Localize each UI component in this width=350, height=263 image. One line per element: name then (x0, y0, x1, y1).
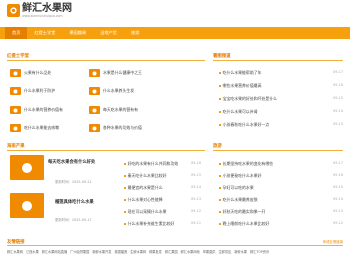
fruit-thumb-icon (10, 106, 21, 114)
friend-link[interactable]: 新鲜水果开发 (92, 249, 111, 254)
knowledge-tile[interactable]: 吃什么水果能去咳嗽 (10, 124, 59, 132)
list-item[interactable]: 吃什么水果最养皮肤 09-14 (219, 197, 343, 203)
knowledge-tile[interactable]: 每天吃水果的营有有 (89, 106, 138, 114)
list-item[interactable]: 长期坚持吃水果的变化有哪些 09-17 (219, 161, 343, 167)
knowledge-tile-label: 什么水果养头生发 (103, 88, 135, 93)
friend-link[interactable]: 鲜汇果园 (165, 249, 178, 254)
fruit-basket-icon (7, 4, 20, 17)
list-item[interactable]: 孕妇可以吃的水果 09-15 (219, 185, 343, 191)
knowledge-tile[interactable]: 各种水果的功效与价值 (89, 124, 142, 132)
list-item[interactable]: 最便宜的水果是什么 09-14 (124, 185, 201, 191)
knowledge-tile-label: 什么水果的营养价值有 (24, 107, 63, 112)
fruit-thumb-icon (89, 69, 100, 77)
site-title: 鲜汇水果网 (22, 3, 72, 14)
fruit-thumb-icon (89, 87, 100, 95)
nav-home[interactable]: 首页 (5, 27, 28, 39)
friend-link[interactable]: 鲜汇水果网站直播 (42, 249, 68, 254)
links-divider (7, 245, 343, 246)
fruit-thumb-icon (10, 87, 21, 95)
fruit-thumb-icon (10, 69, 21, 77)
knowledge-tile-label: 水果是什么健康中之王 (103, 70, 142, 75)
nav-news[interactable]: 果园趣闻 (62, 27, 93, 39)
friend-link[interactable]: 鲜果批发 (149, 249, 162, 254)
knowledge-tile[interactable]: 什么水果的营养价值有 (10, 106, 63, 114)
news-divider (7, 150, 205, 151)
knowledge-tile-label: 每天吃水果的营有有 (103, 107, 139, 112)
list-item[interactable]: 吃什么水果能帮助了年 09-17 (219, 70, 343, 76)
list-item[interactable]: 小孩便秘吃什么水果好 09-16 (219, 173, 343, 179)
friend-link[interactable]: 生鲜供应 (219, 249, 232, 254)
fruit-thumb-icon (10, 124, 21, 132)
knowledge-tile[interactable]: 什么水果养头生发 (89, 87, 134, 95)
knowledge-tile-label: 火果有什么品处 (24, 70, 52, 75)
friend-link[interactable]: 新鲜水果 (234, 249, 247, 254)
knowledge-divider (7, 60, 205, 61)
knowledge-tile[interactable]: 什么水果利于防护 (10, 87, 55, 95)
friend-link[interactable]: 鲜汇水果网 (7, 249, 23, 254)
featured-title[interactable]: 每天吃水果会有什么好处 (48, 159, 95, 165)
list-item[interactable]: 吃什么水果可以补肾 09-14 (219, 109, 343, 115)
list-item[interactable]: 好秋天吃的最实和果一开 09-13 (219, 209, 343, 215)
featured-date: 更新时间：2025-09-21 (55, 180, 92, 184)
featured-thumb-icon[interactable] (10, 193, 44, 218)
news-title: 海南产果 (7, 144, 25, 149)
knowledge-title: 红提士学堂 (7, 54, 29, 59)
friend-link[interactable]: 生鲜水果网 (130, 249, 146, 254)
friend-link[interactable]: 苹果直供 (203, 249, 216, 254)
list-item[interactable]: 好吃的水果有什么共同和功效 09-16 (124, 161, 201, 167)
links-apply-button[interactable]: 申请友情链接 (323, 239, 343, 244)
site-subtitle: www.xianhuishuiguo.com (22, 14, 63, 18)
list-item[interactable]: 宝宝吃水果的好处和坏处是什么 09-15 (219, 96, 343, 102)
travel-title: 旅游 (213, 144, 222, 149)
featured-title[interactable]: 榴莲具体吃什么水果 (55, 199, 94, 205)
header: 鲜汇水果网 www.xianhuishuiguo.com (0, 0, 350, 27)
list-item[interactable]: 现在可以采摘什么水果 09-12 (124, 209, 201, 215)
recommend-divider (213, 60, 343, 61)
nav-travel[interactable]: 旅游 (124, 27, 146, 39)
featured-thumb-icon[interactable] (10, 155, 44, 180)
fruit-thumb-icon (89, 124, 100, 132)
nav-knowledge[interactable]: 红提士学堂 (27, 27, 62, 39)
site-logo[interactable]: 鲜汇水果网 www.xianhuishuiguo.com (7, 3, 72, 18)
list-item[interactable]: 秦天吃什么水果比较好 09-15 (124, 173, 201, 179)
travel-divider (213, 150, 343, 151)
knowledge-tile[interactable]: 水果是什么健康中之王 (89, 69, 142, 77)
knowledge-tile-label: 什么水果利于防护 (24, 88, 56, 93)
list-item[interactable]: 晚上睡前吃什么水果比较好 09-12 (219, 221, 343, 227)
list-item[interactable]: 哪些水果营养价值最高 09-16 (219, 83, 343, 89)
knowledge-tile-label: 各种水果的功效与价值 (103, 125, 142, 130)
friend-link[interactable]: 鲜汇TOP资讯 (250, 249, 269, 254)
list-item[interactable]: 什么水果对心性能降 09-13 (124, 197, 201, 203)
recommend-title: 看图频道 (213, 54, 231, 59)
friend-link[interactable]: 广州油饼果园 (70, 249, 89, 254)
featured-date: 更新时间：2025-09-17 (55, 218, 92, 222)
knowledge-tile[interactable]: 火果有什么品处 (10, 69, 51, 77)
nav-local[interactable]: 当地产货 (93, 27, 124, 39)
knowledge-tile-label: 吃什么水果能去咳嗽 (24, 125, 60, 130)
fruit-thumb-icon (89, 106, 100, 114)
friend-link[interactable]: 鲜汇水果网地 (181, 249, 200, 254)
main-nav: 首页 红提士学堂 果园趣闻 当地产货 旅游 (0, 27, 350, 39)
friend-link[interactable]: 江西水果 (26, 249, 39, 254)
friend-links: 鲜汇水果网 江西水果 鲜汇水果网站直播 广州油饼果园 新鲜水果开发 泰国榴莲 生… (7, 249, 347, 254)
friend-link[interactable]: 泰国榴莲 (114, 249, 127, 254)
list-item[interactable]: 小孩春秋吃什么水果好一点 09-13 (219, 122, 343, 128)
list-item[interactable]: 什么水果补充维生素比较好 09-11 (124, 221, 201, 227)
